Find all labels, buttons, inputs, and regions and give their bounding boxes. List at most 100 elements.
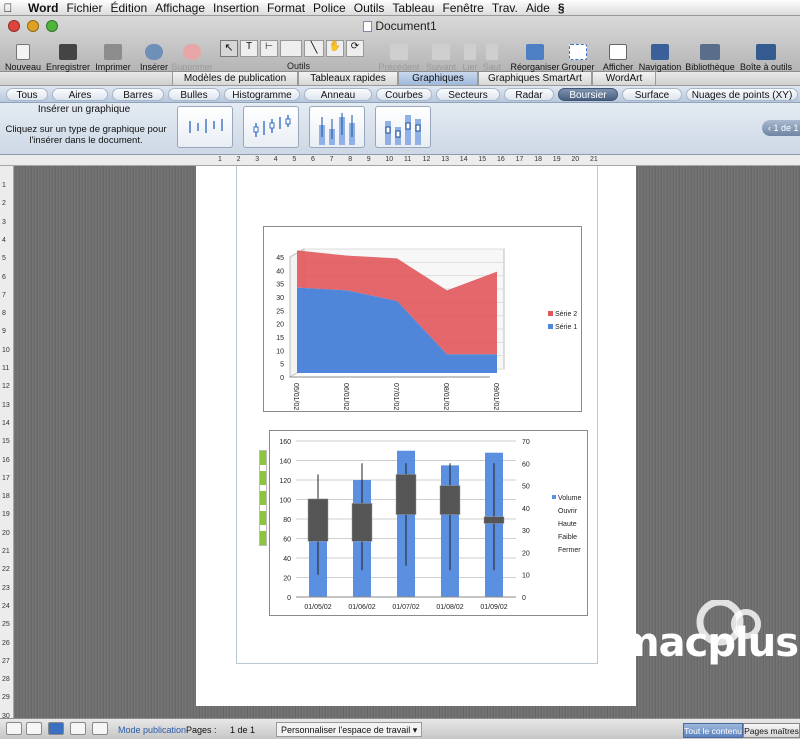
y-left-tick-label: 160 [279,439,291,446]
previous-icon [390,44,408,60]
ruler-number: 28 [2,676,10,684]
stock-volume-hlc-icon [319,113,355,145]
navigation-button[interactable]: Navigation [637,38,683,72]
select-arrow-icon[interactable]: ↖ [220,40,238,57]
menu-aide[interactable]: Aide [526,1,558,15]
ruler-number: 24 [2,602,10,610]
precedent-button[interactable]: Précédent [378,38,420,72]
chart-type-barres[interactable]: Barres [112,88,164,101]
x-tick-label: 01/09/02 [480,604,507,611]
y-right-tick-label: 70 [522,439,530,446]
script-menu-icon[interactable]: § [558,1,573,15]
stock-chart[interactable]: 0 20 40 60 80 100 120 140 160 0 10 20 30 40 50 60 70 01/0… [269,430,588,616]
y-tick-label: 20 [276,322,284,329]
chart-type-histogramme[interactable]: Histogramme [224,88,300,101]
nouveau-button[interactable]: Nouveau [5,38,41,72]
ruler-number: 29 [2,694,10,702]
tab-graphiques-smartart[interactable]: Graphiques SmartArt [478,72,592,85]
tab-wordart[interactable]: WordArt [592,72,656,85]
draft-view-icon[interactable] [6,722,22,735]
menu-tableau[interactable]: Tableau [392,1,442,15]
notebook-view-icon[interactable] [92,722,108,735]
menu-word[interactable]: Word [24,1,66,15]
rotate-icon[interactable]: ⟳ [346,40,364,57]
shape-icon[interactable] [280,40,302,57]
tab-modeles-publication[interactable]: Modèles de publication [172,72,298,85]
stock-chart-svg: 0 20 40 60 80 100 120 140 160 0 10 20 30 40 50 60 70 01/0… [279,439,581,611]
ruler-number: 10 [2,346,10,354]
apple-menu-icon[interactable]:  [0,1,24,15]
tab-tableaux-rapides[interactable]: Tableaux rapides [298,72,398,85]
y-tick-label: 15 [276,335,284,342]
stock-chart-thumb-1[interactable] [177,106,233,148]
tout-le-contenu-button[interactable]: Tout le contenu [683,723,743,738]
chart-type-aires[interactable]: Aires [52,88,108,101]
y-left-tick-label: 40 [283,556,291,563]
hand-icon[interactable]: ✋ [326,40,344,57]
chart-type-courbes[interactable]: Courbes [376,88,432,101]
enregistrer-button[interactable]: Enregistrer [46,38,90,72]
vertical-ruler[interactable]: 1 2 3 4 5 6 7 8 9 10 11 12 13 14 15 16 17 18 19 20 21 22 23 24 2… [0,166,14,720]
x-tick-label: 07/01/02 [392,383,399,410]
ruler-number: 1 [2,182,6,189]
boite-a-outils-button[interactable]: Boîte à outils [738,38,794,72]
y-left-tick-label: 0 [287,595,291,602]
linked-text-box-icon[interactable]: ⊢ [260,40,278,57]
outline-view-icon[interactable] [26,722,42,735]
menu-outils[interactable]: Outils [354,1,393,15]
menu-fenetre[interactable]: Fenêtre [442,1,491,15]
mode-label: Mode publication [118,725,187,735]
chart-type-bulles[interactable]: Bulles [168,88,220,101]
menu-police[interactable]: Police [313,1,354,15]
print-layout-view-icon[interactable] [70,722,86,735]
chart-type-tous[interactable]: Tous [6,88,48,101]
text-box-icon[interactable]: T [240,40,258,57]
afficher-button[interactable]: Afficher [602,38,634,72]
pages-maitres-button[interactable]: Pages maîtres [743,723,800,738]
menu-fichier[interactable]: Fichier [66,1,110,15]
suivant-button[interactable]: Suivant [426,38,456,72]
lier-button[interactable]: Lier [461,38,479,72]
customize-workspace-dropdown[interactable]: Personnaliser l'espace de travail ▾ [276,722,423,737]
stock-chart-thumb-3[interactable] [309,106,365,148]
inserer-button[interactable]: Insérer [138,38,170,72]
menu-affichage[interactable]: Affichage [155,1,213,15]
chart-type-secteurs[interactable]: Secteurs [436,88,500,101]
x-tick-label: 01/05/02 [304,604,331,611]
legend-swatch-serie-1 [548,324,553,329]
menu-format[interactable]: Format [267,1,313,15]
ruler-number: 5 [292,156,297,163]
x-tick-label: 05/01/02 [292,383,299,410]
menu-insertion[interactable]: Insertion [213,1,267,15]
area-chart-3d[interactable]: 0 5 10 15 20 25 30 35 40 45 05/01/02 06/01/02 07/01/… [263,226,582,412]
line-icon[interactable]: ╲ [304,40,324,57]
horizontal-ruler[interactable]: 1 2 3 4 5 6 7 8 9 10 11 12 13 14 15 16 17 18 19 20 21 [0,155,800,166]
y-tick-label: 10 [276,348,284,355]
link-icon [464,44,476,60]
publication-view-icon[interactable] [48,722,64,735]
imprimer-button[interactable]: Imprimer [94,38,132,72]
grouper-button[interactable]: Grouper [561,38,595,72]
insert-chart-help: Cliquez sur un type de graphique pour l'… [5,124,167,146]
chart-type-surface[interactable]: Surface [622,88,682,101]
save-icon [59,44,77,60]
chart-type-anneau[interactable]: Anneau [304,88,372,101]
saut-button[interactable]: Saut [481,38,503,72]
gallery-pager[interactable]: ‹ 1 de 1 [762,120,800,136]
supprimer-button[interactable]: Supprimer [171,38,213,72]
menu-edition[interactable]: Édition [110,1,155,15]
chart-edit-handle[interactable] [259,450,267,546]
chart-type-nuages[interactable]: Nuages de points (XY) [686,88,798,101]
chart-type-boursier[interactable]: Boursier [558,88,618,101]
bibliotheque-button[interactable]: Bibliothèque [685,38,735,72]
tab-graphiques[interactable]: Graphiques [398,72,478,85]
stock-chart-thumb-4[interactable] [375,106,431,148]
chart-type-radar[interactable]: Radar [504,88,554,101]
reorganiser-button[interactable]: Réorganiser [510,38,560,72]
stock-hlc-icon [189,119,223,133]
ruler-number: 14 [2,419,10,427]
menu-trav[interactable]: Trav. [492,1,526,15]
y-left-tick-label: 60 [283,537,291,544]
stock-chart-thumb-2[interactable] [243,106,299,148]
ruler-number: 3 [2,218,6,226]
